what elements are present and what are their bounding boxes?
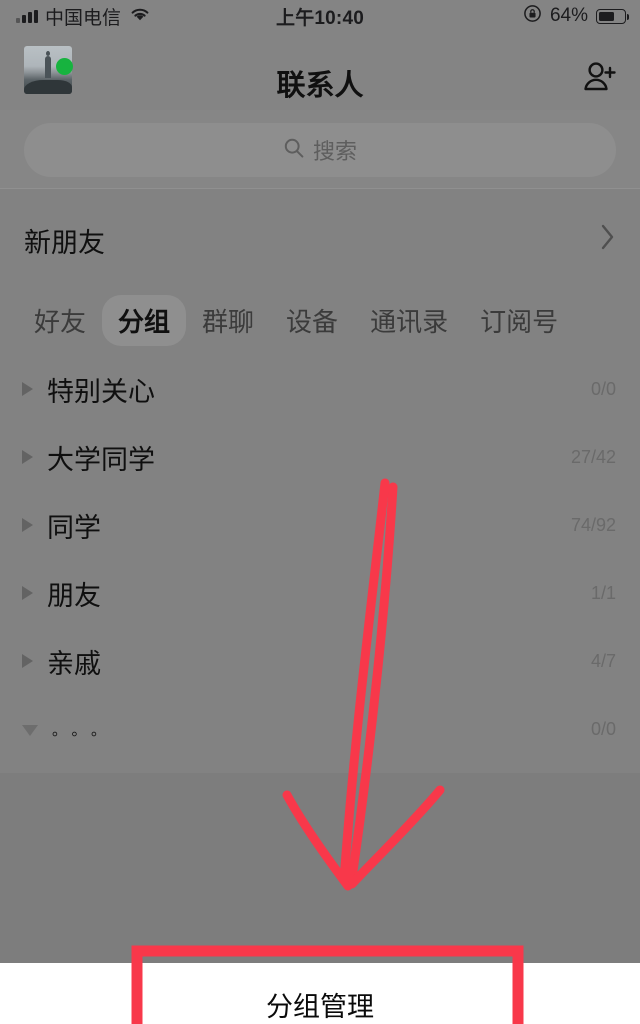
group-count: 27/42	[570, 446, 616, 467]
add-person-icon[interactable]	[580, 60, 618, 94]
search-section: 搜索	[0, 110, 640, 188]
battery-percent-label: 64%	[549, 5, 588, 26]
group-count: 74/92	[570, 514, 616, 535]
chevron-right-icon	[600, 223, 616, 256]
group-name: 同学	[47, 512, 101, 543]
lower-dim-area	[0, 773, 640, 963]
group-list: 特别关心 0/0 大学同学 27/42 同学 74/92 朋友 1/1 亲戚 4/7 。。。 0/0	[0, 355, 640, 773]
bottom-action-sheet: 分组管理	[0, 963, 640, 1024]
triangle-right-icon[interactable]	[22, 518, 33, 532]
group-count: 0/0	[590, 378, 616, 399]
group-count: 4/7	[590, 650, 616, 671]
group-name: 。。。	[52, 721, 119, 739]
tab-5[interactable]: 订阅号	[464, 295, 574, 346]
tab-4[interactable]: 通讯录	[354, 295, 464, 346]
group-row[interactable]: 同学 74/92	[0, 491, 640, 559]
group-row[interactable]: 亲戚 4/7	[0, 627, 640, 695]
group-row[interactable]: 大学同学 27/42	[0, 423, 640, 491]
group-row[interactable]: 特别关心 0/0	[0, 355, 640, 423]
tab-3[interactable]: 设备	[270, 295, 354, 346]
tab-2[interactable]: 群聊	[186, 295, 270, 346]
search-icon	[283, 137, 305, 164]
search-input[interactable]: 搜索	[24, 123, 616, 177]
tab-0[interactable]: 好友	[18, 295, 102, 346]
group-management-button[interactable]: 分组管理	[0, 985, 640, 1024]
new-friends-label: 新朋友	[24, 228, 105, 258]
app-header: 联系人	[0, 32, 640, 110]
group-row[interactable]: 。。。 0/0	[0, 695, 640, 763]
triangle-right-icon[interactable]	[22, 382, 33, 396]
triangle-right-icon[interactable]	[22, 654, 33, 668]
group-name: 亲戚	[47, 648, 101, 679]
group-count: 1/1	[590, 582, 616, 603]
group-name: 朋友	[47, 580, 101, 611]
triangle-right-icon[interactable]	[22, 450, 33, 464]
tab-bar: 好友 分组 群聊 设备 通讯录 订阅号	[0, 285, 640, 355]
group-name: 特别关心	[47, 376, 155, 407]
rotation-lock-icon	[523, 4, 542, 28]
group-count: 0/0	[590, 718, 616, 739]
group-name: 大学同学	[47, 444, 155, 475]
group-row[interactable]: 朋友 1/1	[0, 559, 640, 627]
page-title: 联系人	[276, 70, 364, 102]
triangle-right-icon[interactable]	[22, 586, 33, 600]
dimmed-app-background: 中国电信 上午10:40 64% 联系人 搜索 新朋友 好友 分组 群聊 设备 …	[0, 0, 640, 963]
tab-1[interactable]: 分组	[102, 294, 187, 346]
new-friends-row[interactable]: 新朋友	[0, 188, 640, 285]
triangle-down-icon[interactable]	[22, 725, 38, 736]
search-placeholder: 搜索	[312, 139, 357, 164]
status-bar-right: 64%	[523, 4, 629, 28]
battery-icon	[596, 8, 629, 24]
status-bar: 中国电信 上午10:40 64%	[0, 0, 640, 32]
